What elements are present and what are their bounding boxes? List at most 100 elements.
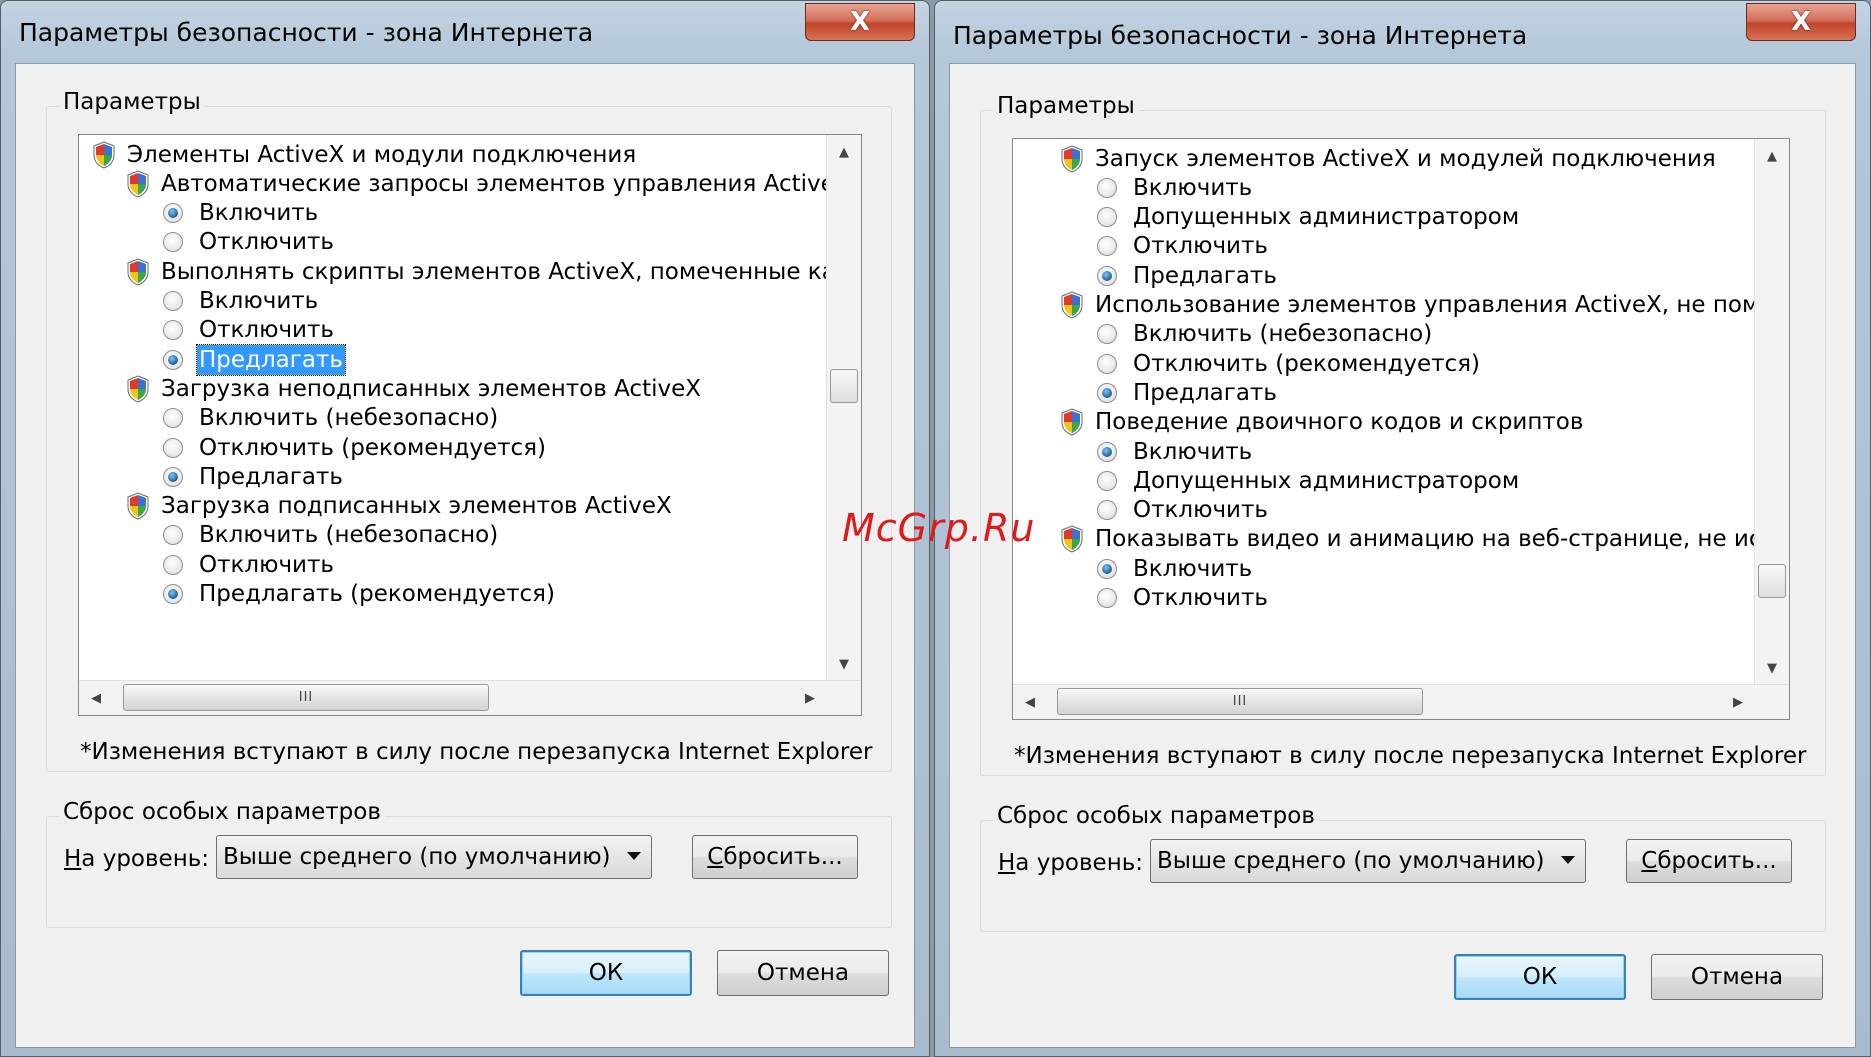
radio-button[interactable] bbox=[1097, 177, 1117, 198]
title-bar[interactable]: Параметры безопасности - зона Интернета … bbox=[935, 1, 1870, 63]
reset-button-accel: С bbox=[707, 844, 724, 870]
security-shield-icon bbox=[93, 140, 115, 169]
reset-button[interactable]: Сбросить... bbox=[692, 835, 858, 879]
level-select[interactable]: Выше среднего (по умолчанию) bbox=[1150, 839, 1586, 883]
radio-button[interactable] bbox=[163, 232, 183, 253]
horizontal-scroll-thumb[interactable]: III bbox=[123, 684, 489, 711]
setting-group-label: Загрузка подписанных элементов ActiveX bbox=[161, 493, 672, 520]
window-title: Параметры безопасности - зона Интернета bbox=[953, 21, 1528, 50]
ok-button[interactable]: ОК bbox=[1454, 954, 1626, 1000]
radio-button[interactable] bbox=[1097, 441, 1117, 462]
radio-button[interactable] bbox=[1097, 265, 1117, 286]
cancel-button[interactable]: Отмена bbox=[717, 950, 889, 996]
chevron-down-icon bbox=[1561, 856, 1575, 864]
security-shield-icon bbox=[1061, 525, 1083, 553]
setting-option-label: Включить bbox=[1133, 174, 1253, 201]
radio-button[interactable] bbox=[1097, 353, 1117, 374]
radio-button[interactable] bbox=[1097, 324, 1117, 345]
scroll-right-button[interactable]: ▶ bbox=[793, 681, 827, 715]
dialog-client-area: Параметры Элементы ActiveX и модули подк… bbox=[15, 63, 915, 1048]
dialog-client-area: Параметры Запуск элементов ActiveX и мод… bbox=[949, 63, 1856, 1048]
reset-button[interactable]: Сбросить... bbox=[1626, 839, 1792, 883]
setting-option-label: Отключить bbox=[1133, 233, 1268, 260]
setting-group-label: Выполнять скрипты элементов ActiveX, пом… bbox=[161, 258, 862, 285]
cancel-button-label: Отмена bbox=[756, 960, 850, 986]
ok-button-label: ОК bbox=[588, 960, 624, 986]
radio-button[interactable] bbox=[1097, 470, 1117, 491]
scroll-left-button[interactable]: ◀ bbox=[1013, 685, 1047, 719]
radio-button[interactable] bbox=[163, 408, 183, 429]
settings-tree[interactable]: Элементы ActiveX и модули подключения Авт… bbox=[78, 134, 862, 716]
level-label-text: а уровень: bbox=[1015, 850, 1144, 876]
vertical-scroll-thumb[interactable] bbox=[830, 368, 858, 403]
security-shield-icon bbox=[1061, 408, 1083, 436]
scroll-right-button[interactable]: ▶ bbox=[1721, 685, 1755, 719]
level-select[interactable]: Выше среднего (по умолчанию) bbox=[216, 835, 652, 879]
reset-group-label: Сброс особых параметров bbox=[59, 799, 385, 825]
scroll-up-button[interactable]: ▲ bbox=[827, 135, 861, 169]
vertical-scrollbar[interactable]: ▲ ▼ bbox=[826, 135, 861, 681]
radio-button[interactable] bbox=[163, 437, 183, 458]
reset-button-label: бросить... bbox=[723, 844, 843, 870]
reset-button-label: бросить... bbox=[1657, 848, 1777, 874]
radio-button[interactable] bbox=[1097, 588, 1117, 608]
security-shield-icon bbox=[127, 170, 149, 198]
radio-button[interactable] bbox=[1097, 207, 1117, 228]
radio-button[interactable] bbox=[1097, 500, 1117, 521]
cancel-button[interactable]: Отмена bbox=[1651, 954, 1823, 1000]
radio-button[interactable] bbox=[1097, 236, 1117, 257]
setting-option-label: Включить (небезопасно) bbox=[199, 522, 499, 549]
radio-button[interactable] bbox=[1097, 558, 1117, 579]
level-label-accel: Н bbox=[64, 846, 82, 872]
radio-button[interactable] bbox=[163, 349, 183, 370]
setting-option-label: Отключить bbox=[199, 317, 334, 344]
horizontal-scroll-thumb[interactable]: III bbox=[1057, 688, 1423, 715]
security-shield-icon bbox=[127, 492, 149, 520]
security-settings-window-left: Параметры безопасности - зона Интернета … bbox=[0, 0, 930, 1057]
setting-option-label: Предлагать bbox=[196, 343, 346, 376]
setting-option-label: Включить (небезопасно) bbox=[199, 405, 499, 432]
close-button[interactable]: X bbox=[805, 3, 915, 41]
setting-option[interactable]: Предлагать (рекомендуется) bbox=[163, 577, 557, 612]
radio-button[interactable] bbox=[163, 320, 183, 341]
level-label: На уровень: bbox=[998, 850, 1143, 876]
radio-button[interactable] bbox=[163, 584, 183, 604]
setting-option[interactable]: Отключить bbox=[1097, 581, 1270, 616]
vertical-scrollbar[interactable]: ▲ ▼ bbox=[1754, 139, 1789, 685]
level-label-text: а уровень: bbox=[81, 846, 210, 872]
close-button[interactable]: X bbox=[1746, 3, 1856, 41]
level-select-value: Выше среднего (по умолчанию) bbox=[223, 844, 611, 870]
radio-button[interactable] bbox=[163, 525, 183, 546]
close-icon: X bbox=[849, 7, 871, 37]
scroll-down-button[interactable]: ▼ bbox=[1755, 651, 1789, 685]
title-bar[interactable]: Параметры безопасности - зона Интернета … bbox=[1, 1, 929, 63]
setting-group-label: Показывать видео и анимацию на веб-стран… bbox=[1095, 526, 1790, 553]
scroll-up-button[interactable]: ▲ bbox=[1755, 139, 1789, 173]
setting-option-label: Отключить (рекомендуется) bbox=[1133, 350, 1480, 377]
setting-group-label: Использование элементов управления Activ… bbox=[1095, 292, 1790, 318]
vertical-scroll-thumb[interactable] bbox=[1758, 563, 1786, 598]
scroll-down-button[interactable]: ▼ bbox=[827, 647, 861, 681]
window-title: Параметры безопасности - зона Интернета bbox=[19, 18, 594, 47]
radio-button[interactable] bbox=[1097, 382, 1117, 403]
radio-button[interactable] bbox=[163, 203, 183, 224]
horizontal-scrollbar[interactable]: ◀ III ▶ bbox=[79, 680, 861, 715]
security-shield-icon bbox=[1061, 291, 1083, 319]
radio-button[interactable] bbox=[163, 466, 183, 487]
ok-button[interactable]: ОК bbox=[520, 950, 692, 996]
scroll-up-icon: ▲ bbox=[1767, 148, 1777, 164]
parameters-group-label: Параметры bbox=[993, 93, 1139, 119]
setting-option-label: Отключить (рекомендуется) bbox=[199, 434, 546, 461]
scroll-left-button[interactable]: ◀ bbox=[79, 681, 113, 715]
setting-option-label: Включить (небезопасно) bbox=[1133, 321, 1433, 348]
setting-option-label: Предлагать (рекомендуется) bbox=[199, 581, 555, 607]
setting-option-label: Включить bbox=[1133, 555, 1253, 582]
setting-group-label: Запуск элементов ActiveX и модулей подкл… bbox=[1095, 145, 1716, 172]
cancel-button-label: Отмена bbox=[1690, 964, 1784, 990]
security-settings-window-right: Параметры безопасности - зона Интернета … bbox=[934, 0, 1871, 1057]
settings-tree[interactable]: Запуск элементов ActiveX и модулей подкл… bbox=[1012, 138, 1790, 720]
radio-button[interactable] bbox=[163, 554, 183, 575]
setting-option-label: Включить bbox=[1133, 438, 1253, 465]
radio-button[interactable] bbox=[163, 291, 183, 311]
horizontal-scrollbar[interactable]: ◀ III ▶ bbox=[1013, 684, 1789, 719]
